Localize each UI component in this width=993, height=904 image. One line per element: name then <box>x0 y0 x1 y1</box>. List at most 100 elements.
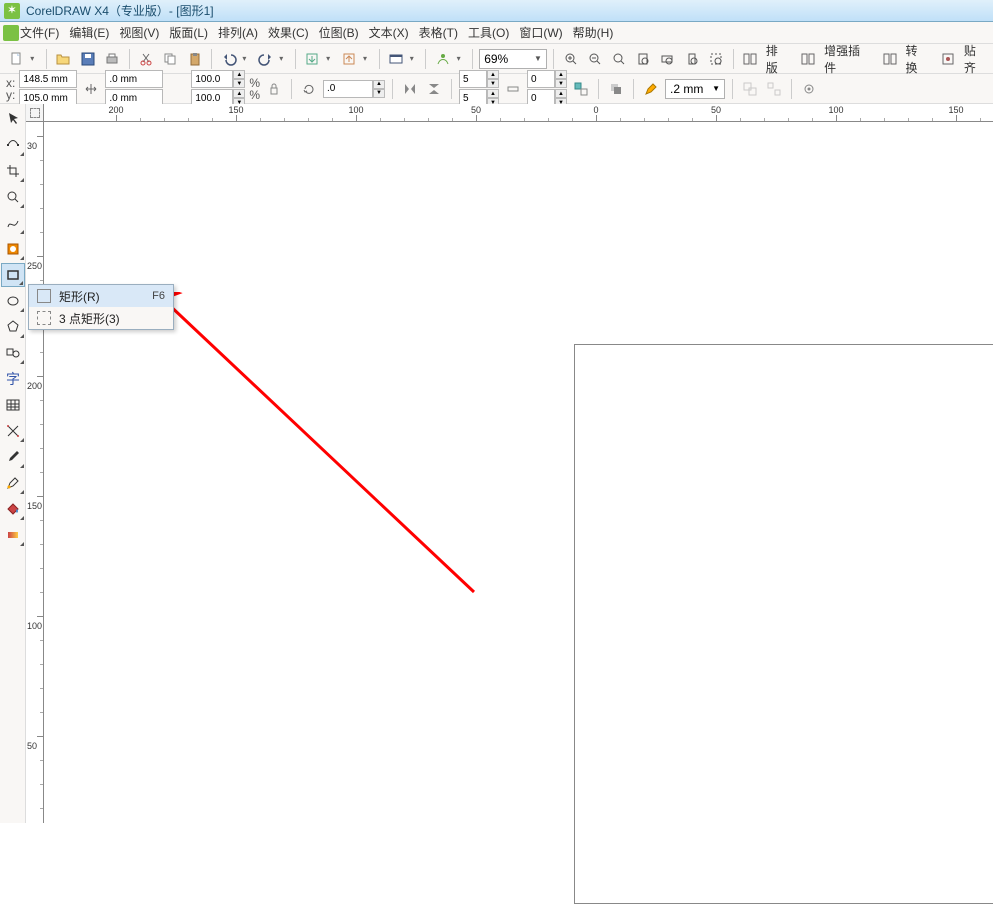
menu-file[interactable]: 文件(F) <box>20 24 59 41</box>
ellipse-tool[interactable] <box>1 289 25 313</box>
welcome-dropdown[interactable]: ▾ <box>457 54 467 63</box>
welcome-button[interactable] <box>432 48 453 70</box>
canvas[interactable] <box>44 122 993 823</box>
spin-up[interactable]: ▲ <box>555 89 567 98</box>
panel-enhance-icon[interactable] <box>798 48 819 70</box>
zoom-page-button[interactable] <box>633 48 654 70</box>
menu-arrange[interactable]: 排列(A) <box>218 24 258 41</box>
zoom-out-button[interactable] <box>584 48 605 70</box>
horizontal-ruler[interactable]: 20015010050050100150 <box>44 104 993 122</box>
spin-up[interactable]: ▲ <box>373 80 385 89</box>
zoom-in-button[interactable] <box>560 48 581 70</box>
panel-snap-icon[interactable] <box>938 48 959 70</box>
smart-fill-tool[interactable] <box>1 237 25 261</box>
zoom-width-button[interactable] <box>657 48 678 70</box>
panel-transform-icon[interactable] <box>879 48 900 70</box>
units-icon <box>503 79 523 99</box>
window-title: CorelDRAW X4（专业版）- [图形1] <box>26 2 214 19</box>
ungroup-button[interactable] <box>764 79 784 99</box>
basic-shapes-tool[interactable] <box>1 341 25 365</box>
panel-layout-label[interactable]: 排版 <box>766 42 789 76</box>
cut-button[interactable] <box>136 48 157 70</box>
pick-tool[interactable] <box>1 107 25 131</box>
table-tool[interactable] <box>1 393 25 417</box>
polygon-tool[interactable] <box>1 315 25 339</box>
col-input-1[interactable]: 0 <box>527 70 555 88</box>
spin-up[interactable]: ▲ <box>233 70 245 79</box>
zoom-tool[interactable] <box>1 185 25 209</box>
scale-x-input[interactable]: 100.0 <box>191 70 233 88</box>
spin-up[interactable]: ▲ <box>555 70 567 79</box>
export-button[interactable] <box>339 48 360 70</box>
menu-window[interactable]: 窗口(W) <box>519 24 562 41</box>
fill-tool[interactable] <box>1 497 25 521</box>
flyout-3point-rectangle[interactable]: 3 点矩形(3) <box>29 307 173 329</box>
lock-ratio-button[interactable] <box>264 79 284 99</box>
new-dropdown[interactable]: ▾ <box>30 54 40 63</box>
zoom-selection-button[interactable] <box>705 48 726 70</box>
interactive-fill-tool[interactable] <box>1 523 25 547</box>
shape-tool[interactable] <box>1 133 25 157</box>
redo-button[interactable] <box>255 48 276 70</box>
outline-width-select[interactable]: .2 mm ▼ <box>665 79 725 99</box>
spin-down[interactable]: ▼ <box>373 89 385 98</box>
mirror-v-button[interactable] <box>424 79 444 99</box>
app-launcher-dropdown[interactable]: ▾ <box>410 54 420 63</box>
to-front-button[interactable] <box>606 79 626 99</box>
dup-x-input[interactable]: 5 <box>459 70 487 88</box>
ruler-origin[interactable] <box>26 104 44 122</box>
menu-edit[interactable]: 编辑(E) <box>69 24 109 41</box>
vertical-ruler[interactable]: 3025020015010050 <box>26 122 44 823</box>
chevron-down-icon: ▼ <box>534 54 542 63</box>
freehand-tool[interactable] <box>1 211 25 235</box>
flyout-rectangle[interactable]: 矩形(R) F6 <box>29 285 173 307</box>
panel-layout-icon[interactable] <box>740 48 761 70</box>
outline-tool[interactable] <box>1 471 25 495</box>
panel-enhance-label[interactable]: 增强插件 <box>824 42 870 76</box>
options-button[interactable] <box>799 79 819 99</box>
zoom-level-select[interactable]: 69% ▼ <box>479 49 547 69</box>
zoom-fit-button[interactable] <box>608 48 629 70</box>
crop-tool[interactable] <box>1 159 25 183</box>
x-position-input[interactable]: 148.5 mm <box>19 70 77 88</box>
menu-help[interactable]: 帮助(H) <box>573 24 614 41</box>
eyedropper-tool[interactable] <box>1 445 25 469</box>
copy-button[interactable] <box>160 48 181 70</box>
spin-up[interactable]: ▲ <box>487 70 499 79</box>
menu-text[interactable]: 文本(X) <box>369 24 409 41</box>
import-button[interactable] <box>302 48 323 70</box>
panel-snap-label[interactable]: 贴齐 <box>964 42 987 76</box>
export-dropdown[interactable]: ▾ <box>363 54 373 63</box>
menu-effects[interactable]: 效果(C) <box>268 24 309 41</box>
new-button[interactable] <box>6 48 27 70</box>
rectangle-tool[interactable] <box>1 263 25 287</box>
wrap-button[interactable] <box>571 79 591 99</box>
redo-dropdown[interactable]: ▾ <box>279 54 289 63</box>
print-button[interactable] <box>101 48 122 70</box>
paste-button[interactable] <box>184 48 205 70</box>
text-tool[interactable]: 字 <box>1 367 25 391</box>
panel-transform-label[interactable]: 转换 <box>906 42 929 76</box>
width-input[interactable]: .0 mm <box>105 70 163 88</box>
menu-layout[interactable]: 版面(L) <box>169 24 208 41</box>
mirror-h-button[interactable] <box>400 79 420 99</box>
spin-up[interactable]: ▲ <box>233 89 245 98</box>
menu-bitmaps[interactable]: 位图(B) <box>319 24 359 41</box>
angle-input[interactable]: .0 <box>323 80 373 98</box>
spin-down[interactable]: ▼ <box>233 79 245 88</box>
menu-view[interactable]: 视图(V) <box>119 24 159 41</box>
open-button[interactable] <box>53 48 74 70</box>
undo-dropdown[interactable]: ▾ <box>242 54 252 63</box>
save-button[interactable] <box>77 48 98 70</box>
app-launcher-button[interactable] <box>386 48 407 70</box>
spin-up[interactable]: ▲ <box>487 89 499 98</box>
group-button[interactable] <box>740 79 760 99</box>
import-dropdown[interactable]: ▾ <box>326 54 336 63</box>
spin-down[interactable]: ▼ <box>555 79 567 88</box>
spin-down[interactable]: ▼ <box>487 79 499 88</box>
menu-table[interactable]: 表格(T) <box>419 24 458 41</box>
menu-tools[interactable]: 工具(O) <box>468 24 509 41</box>
dimension-tool[interactable] <box>1 419 25 443</box>
zoom-height-button[interactable] <box>681 48 702 70</box>
undo-button[interactable] <box>218 48 239 70</box>
